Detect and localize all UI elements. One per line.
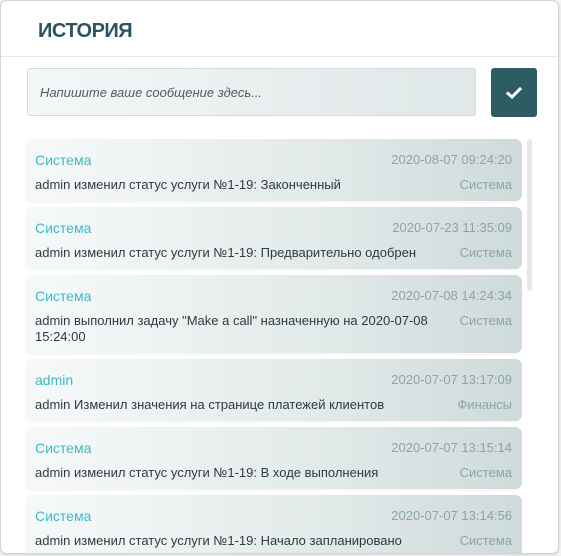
history-item-text: admin изменил статус услуги №1-19: Предв… bbox=[35, 245, 417, 260]
history-panel: ИСТОРИЯ Система 2020-08-07 09:24:20 admi… bbox=[0, 0, 559, 554]
history-item-date: 2020-07-23 11:35:09 bbox=[392, 220, 512, 235]
message-input-wrapper bbox=[27, 68, 476, 116]
history-item: Система 2020-08-07 09:24:20 admin измени… bbox=[25, 139, 522, 201]
history-item-category: Система bbox=[459, 245, 512, 260]
history-item-date: 2020-07-08 14:24:34 bbox=[391, 288, 512, 303]
history-list: Система 2020-08-07 09:24:20 admin измени… bbox=[25, 139, 522, 553]
history-item-text: admin выполнил задачу "Make a call" назн… bbox=[35, 313, 428, 344]
history-item-category: Система bbox=[459, 533, 512, 548]
history-item: admin 2020-07-07 13:17:09 admin Изменил … bbox=[25, 359, 522, 421]
scrollbar-thumb[interactable] bbox=[527, 139, 532, 291]
history-item-author: Система bbox=[35, 220, 92, 236]
history-item: Система 2020-07-23 11:35:09 admin измени… bbox=[25, 207, 522, 269]
history-item-category: Система bbox=[459, 313, 512, 328]
panel-header: ИСТОРИЯ bbox=[1, 1, 558, 57]
history-item-category: Система bbox=[459, 177, 512, 192]
history-scrollbar[interactable] bbox=[527, 139, 532, 553]
history-item-text: admin изменил статус услуги №1-19: В ход… bbox=[35, 465, 379, 480]
send-button[interactable] bbox=[491, 68, 537, 117]
page-title: ИСТОРИЯ bbox=[38, 20, 133, 42]
history-item: Система 2020-07-07 13:14:56 admin измени… bbox=[25, 495, 522, 553]
history-item-date: 2020-07-07 13:15:14 bbox=[391, 440, 512, 455]
history-item-date: 2020-08-07 09:24:20 bbox=[391, 152, 512, 167]
message-input[interactable] bbox=[28, 69, 475, 115]
history-item: Система 2020-07-08 14:24:34 admin выполн… bbox=[25, 275, 522, 353]
history-item-author: Система bbox=[35, 440, 92, 456]
history-item-author: Система bbox=[35, 288, 92, 304]
history-item-category: Система bbox=[459, 465, 512, 480]
history-item-text: admin Изменил значения на странице плате… bbox=[35, 397, 385, 412]
history-item-date: 2020-07-07 13:17:09 bbox=[391, 372, 512, 387]
history-item-author: Система bbox=[35, 152, 92, 168]
history-item-author: admin bbox=[35, 372, 74, 388]
history-item-text: admin изменил статус услуги №1-19: Начал… bbox=[35, 533, 402, 548]
history-item-date: 2020-07-07 13:14:56 bbox=[391, 508, 512, 523]
history-item-text: admin изменил статус услуги №1-19: Закон… bbox=[35, 177, 341, 192]
history-item-author: Система bbox=[35, 508, 92, 524]
checkmark-icon bbox=[506, 86, 522, 99]
history-item-category: Финансы bbox=[457, 397, 512, 412]
history-item: Система 2020-07-07 13:15:14 admin измени… bbox=[25, 427, 522, 489]
